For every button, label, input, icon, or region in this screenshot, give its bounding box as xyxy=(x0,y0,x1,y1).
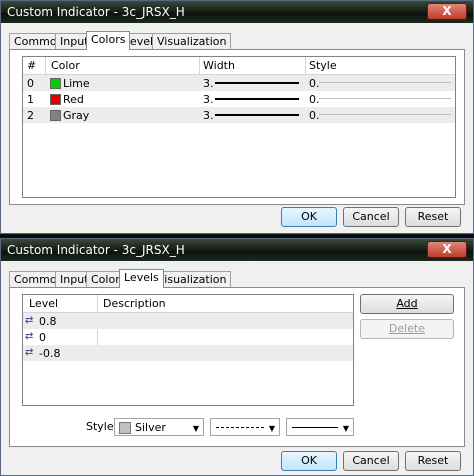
row-number: 2 xyxy=(27,109,34,122)
width-line-sample xyxy=(215,98,299,100)
line-width-select[interactable]: ▼ xyxy=(286,418,354,436)
chevron-down-icon: ▼ xyxy=(342,424,349,433)
delete-level-button[interactable]: Delete xyxy=(360,319,454,339)
table-row[interactable]: ⇄ 0 xyxy=(23,329,353,345)
column-divider xyxy=(45,57,46,74)
level-icon: ⇄ xyxy=(25,331,34,342)
color-name: Silver xyxy=(135,421,166,434)
window-title: Custom Indicator - 3c_JRSX_H xyxy=(7,243,185,257)
column-header-level: Level xyxy=(29,297,59,310)
cancel-button[interactable]: Cancel xyxy=(343,207,399,227)
color-name[interactable]: Red xyxy=(63,93,84,106)
style-value[interactable]: 0. xyxy=(309,93,320,106)
chevron-down-icon: ▼ xyxy=(268,424,275,433)
close-button[interactable]: X xyxy=(427,241,467,258)
width-value[interactable]: 3. xyxy=(203,109,214,122)
style-value[interactable]: 0. xyxy=(309,77,320,90)
color-swatch[interactable] xyxy=(50,94,61,105)
colors-panel: # Color Width Style 0 Lime 3. 0. 1 Red 3… xyxy=(9,49,465,205)
tab-colors[interactable]: Colors xyxy=(86,31,131,50)
table-header: # Color Width Style xyxy=(23,57,455,75)
column-divider xyxy=(305,57,306,74)
level-value[interactable]: 0 xyxy=(39,331,46,344)
dashed-line-sample xyxy=(216,427,264,428)
level-color-select[interactable]: Silver ▼ xyxy=(114,418,204,436)
row-number: 0 xyxy=(27,77,34,90)
level-value[interactable]: -0.8 xyxy=(39,347,60,360)
row-number: 1 xyxy=(27,93,34,106)
custom-indicator-window-levels: Custom Indicator - 3c_JRSX_H X Common In… xyxy=(0,238,474,476)
tab-visualization[interactable]: Visualization xyxy=(152,33,232,49)
tab-visualization[interactable]: Visualization xyxy=(152,271,232,287)
reset-button[interactable]: Reset xyxy=(405,451,461,471)
reset-button[interactable]: Reset xyxy=(405,207,461,227)
level-icon: ⇄ xyxy=(25,315,34,326)
delete-button-label: Delete xyxy=(388,322,426,335)
ok-button[interactable]: OK xyxy=(281,207,337,227)
style-label: Style: xyxy=(86,420,118,433)
table-header: Level Description xyxy=(23,295,353,313)
column-header-color: Color xyxy=(51,59,80,72)
colors-table: # Color Width Style 0 Lime 3. 0. 1 Red 3… xyxy=(22,56,456,198)
column-header-width: Width xyxy=(203,59,235,72)
table-row[interactable]: 0 Lime 3. 0. xyxy=(23,75,455,91)
width-value[interactable]: 3. xyxy=(203,93,214,106)
line-style-select[interactable]: ▼ xyxy=(210,418,280,436)
table-row[interactable]: 1 Red 3. 0. xyxy=(23,91,455,107)
chevron-down-icon: ▼ xyxy=(192,424,199,433)
color-name[interactable]: Lime xyxy=(63,77,90,90)
level-icon: ⇄ xyxy=(25,347,34,358)
column-header-number: # xyxy=(27,59,37,72)
column-header-style: Style xyxy=(309,59,337,72)
ok-button[interactable]: OK xyxy=(281,451,337,471)
cancel-button[interactable]: Cancel xyxy=(343,451,399,471)
table-row[interactable]: 2 Gray 3. 0. xyxy=(23,107,455,123)
add-button-label: Add xyxy=(396,297,418,310)
custom-indicator-window-colors: Custom Indicator - 3c_JRSX_H X Common In… xyxy=(0,0,474,234)
add-level-button[interactable]: Add xyxy=(360,294,454,314)
style-value[interactable]: 0. xyxy=(309,109,320,122)
close-button[interactable]: X xyxy=(427,3,467,20)
table-row[interactable]: ⇄ 0.8 xyxy=(23,313,353,329)
title-bar[interactable]: Custom Indicator - 3c_JRSX_H X xyxy=(1,1,473,23)
dialog-body: Common Inputs Colors Levels Visualizatio… xyxy=(1,261,473,475)
color-swatch[interactable] xyxy=(50,110,61,121)
level-value[interactable]: 0.8 xyxy=(39,315,57,328)
column-divider xyxy=(199,57,200,74)
style-line-sample xyxy=(319,114,451,115)
color-name[interactable]: Gray xyxy=(63,109,89,122)
color-swatch xyxy=(119,422,131,434)
table-row[interactable]: ⇄ -0.8 xyxy=(23,345,353,361)
levels-panel: Level Description ⇄ 0.8 ⇄ 0 ⇄ -0.8 Add D… xyxy=(9,287,465,447)
width-line-sample xyxy=(215,82,299,84)
title-bar[interactable]: Custom Indicator - 3c_JRSX_H X xyxy=(1,239,473,261)
width-line-sample xyxy=(215,114,299,116)
column-header-description: Description xyxy=(103,297,166,310)
tab-levels[interactable]: Levels xyxy=(119,269,164,288)
style-line-sample xyxy=(319,82,451,83)
style-line-sample xyxy=(319,98,451,99)
color-swatch[interactable] xyxy=(50,78,61,89)
solid-line-sample xyxy=(292,427,338,428)
window-title: Custom Indicator - 3c_JRSX_H xyxy=(7,5,185,19)
dialog-body: Common Inputs Colors Levels Visualizatio… xyxy=(1,23,473,233)
width-value[interactable]: 3. xyxy=(203,77,214,90)
column-divider xyxy=(97,295,98,312)
levels-table: Level Description ⇄ 0.8 ⇄ 0 ⇄ -0.8 xyxy=(22,294,354,406)
